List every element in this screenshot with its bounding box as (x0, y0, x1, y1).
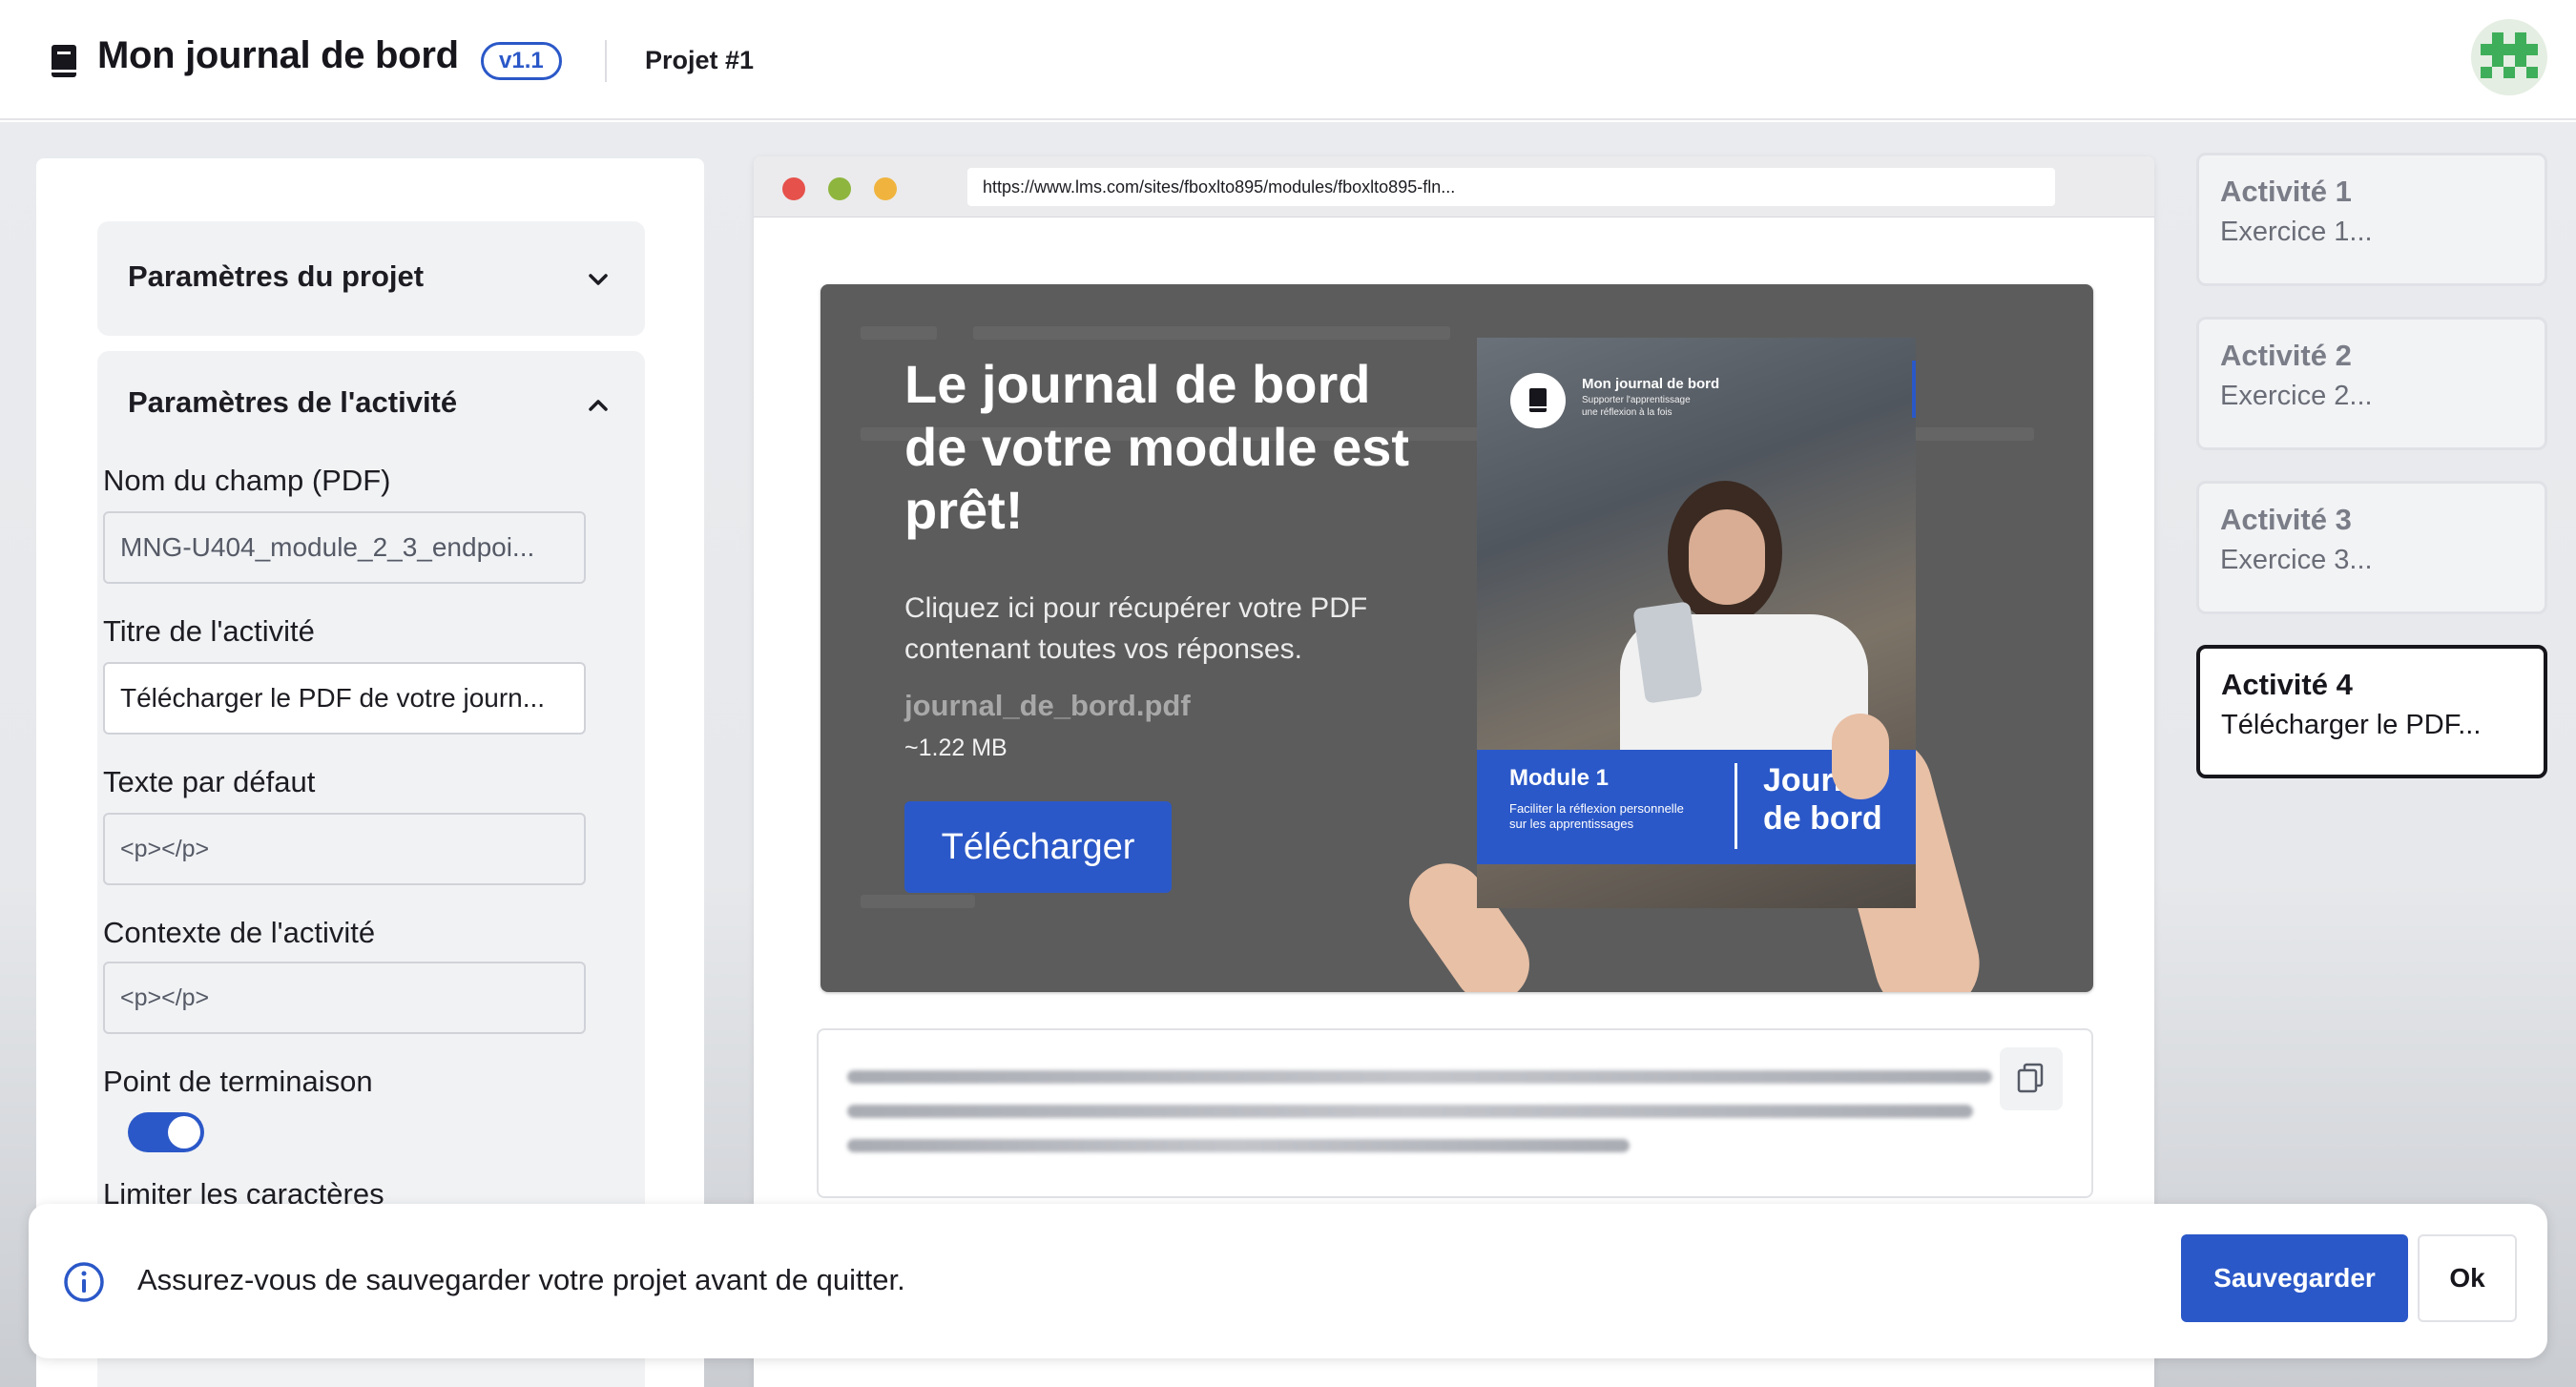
activity-title: Activité 3 (2220, 503, 2352, 536)
cover-tagline-1: Supporter l'apprentissage (1582, 395, 1691, 405)
embed-code-box[interactable] (817, 1028, 2093, 1198)
right-thumb (1832, 714, 1889, 799)
chevron-down-icon[interactable] (586, 267, 611, 292)
toast-message: Assurez-vous de sauvegarder votre projet… (137, 1263, 905, 1296)
chevron-up-icon[interactable] (586, 393, 611, 418)
activity-subtitle: Télécharger le PDF... (2221, 710, 2482, 740)
activity-card-2[interactable]: Activité 2 Exercice 2... (2196, 317, 2547, 450)
activity-title: Activité 1 (2220, 175, 2352, 208)
cover-band-divider (1735, 763, 1737, 849)
cover-module-desc-1: Faciliter la réflexion personnelle (1509, 801, 1684, 816)
cover-person-face (1689, 509, 1765, 605)
copy-icon (2017, 1063, 2044, 1093)
blurred-code-line (847, 1105, 1973, 1118)
activity-subtitle: Exercice 3... (2220, 545, 2373, 575)
journal-cover-image: Mon journal de bord Supporter l'apprenti… (1477, 338, 1916, 908)
save-reminder-toast: Assurez-vous de sauvegarder votre projet… (29, 1204, 2547, 1358)
project-settings-title: Paramètres du projet (128, 259, 425, 293)
pdf-name-label: Nom du champ (PDF) (103, 464, 391, 497)
cover-journal-2: de bord (1763, 800, 1882, 837)
preview-browser: https://www.lms.com/sites/fboxlto895/mod… (754, 156, 2154, 1387)
blurred-code-line (847, 1139, 1630, 1152)
endpoint-label: Point de terminaison (103, 1065, 373, 1098)
maximize-dot-icon (828, 177, 851, 200)
url-bar[interactable]: https://www.lms.com/sites/fboxlto895/mod… (967, 168, 2055, 206)
activity-card-3[interactable]: Activité 3 Exercice 3... (2196, 481, 2547, 614)
cover-logo-icon (1510, 373, 1566, 428)
hero-description: Cliquez ici pour récupérer votre PDF con… (904, 592, 1368, 665)
avatar-icon[interactable] (2471, 19, 2547, 95)
activity-title: Activité 4 (2221, 668, 2353, 701)
activity-context-label: Contexte de l'activité (103, 916, 376, 949)
minimize-dot-icon (874, 177, 897, 200)
browser-toolbar: https://www.lms.com/sites/fboxlto895/mod… (754, 156, 2154, 217)
default-text-input[interactable]: <p></p> (103, 813, 586, 885)
hero-filesize: ~1.22 MB (904, 735, 1008, 761)
activity-context-input[interactable]: <p></p> (103, 962, 586, 1034)
blurred-code-line (847, 1070, 1992, 1084)
info-icon (64, 1262, 104, 1302)
pdf-name-input[interactable]: MNG-U404_module_2_3_endpoi... (103, 511, 586, 584)
cover-module-desc-2: sur les apprentissages (1509, 817, 1634, 831)
ok-button[interactable]: Ok (2418, 1234, 2517, 1322)
hero-filename: journal_de_bord.pdf (904, 689, 1191, 722)
header-divider (605, 40, 607, 82)
activity-subtitle: Exercice 2... (2220, 381, 2373, 411)
save-button[interactable]: Sauvegarder (2181, 1234, 2408, 1322)
activity-card-1[interactable]: Activité 1 Exercice 1... (2196, 153, 2547, 286)
app-header: Mon journal de bord v1.1 Projet #1 (0, 0, 2576, 120)
book-icon (52, 45, 76, 77)
app-title: Mon journal de bord (97, 34, 459, 76)
activity-settings-title: Paramètres de l'activité (128, 385, 458, 419)
close-dot-icon (782, 177, 805, 200)
activity-card-4[interactable]: Activité 4 Télécharger le PDF... (2196, 645, 2547, 778)
activity-subtitle: Exercice 1... (2220, 217, 2373, 247)
download-hero: Le journal de bord de votre module est p… (821, 284, 2093, 992)
cover-accent (1912, 361, 1916, 418)
cover-brand: Mon journal de bord (1582, 376, 1720, 392)
activity-title-label: Titre de l'activité (103, 614, 315, 648)
cover-module: Module 1 (1509, 765, 1610, 791)
toggle-knob (168, 1116, 200, 1149)
download-button[interactable]: Télécharger (904, 801, 1172, 893)
ghost-text (861, 895, 975, 908)
project-name[interactable]: Projet #1 (645, 46, 754, 75)
activity-title-input[interactable]: Télécharger le PDF de votre journ... (103, 662, 586, 735)
copy-button[interactable] (2000, 1047, 2063, 1110)
hero-title: Le journal de bord de votre module est p… (904, 354, 1410, 540)
cover-tagline-2: une réflexion à la fois (1582, 407, 1672, 418)
project-settings-section[interactable]: Paramètres du projet (97, 221, 645, 336)
default-text-label: Texte par défaut (103, 765, 316, 798)
settings-panel: Paramètres du projet Paramètres de l'act… (36, 158, 704, 1387)
version-badge: v1.1 (481, 42, 562, 80)
activity-title: Activité 2 (2220, 339, 2352, 372)
ghost-toolbar (861, 326, 937, 340)
ghost-toolbar (973, 326, 1450, 340)
endpoint-toggle[interactable] (128, 1112, 204, 1152)
